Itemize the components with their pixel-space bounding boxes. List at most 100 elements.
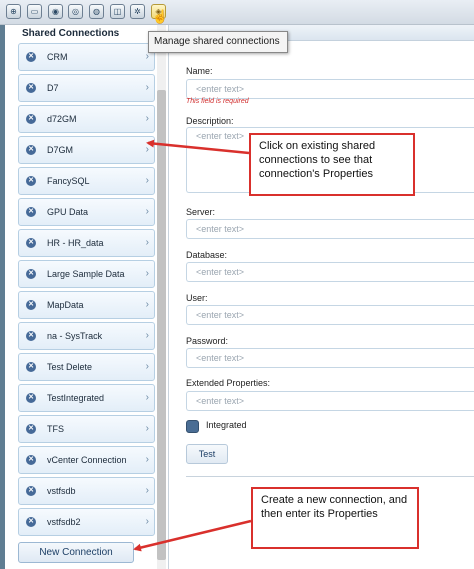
chevron-right-icon: › <box>145 361 149 372</box>
connection-item[interactable]: ✕ vstfsdb2 › <box>18 508 155 536</box>
description-label: Description: <box>186 116 234 126</box>
delete-icon[interactable]: ✕ <box>26 455 36 465</box>
connection-label: Large Sample Data <box>47 269 125 279</box>
toolbar-button-3[interactable]: ◉ <box>48 4 63 19</box>
connection-item[interactable]: ✕ vstfsdb › <box>18 477 155 505</box>
user-field[interactable]: <enter text> <box>186 305 474 325</box>
delete-icon[interactable]: ✕ <box>26 424 36 434</box>
connection-item[interactable]: ✕ GPU Data › <box>18 198 155 226</box>
delete-icon[interactable]: ✕ <box>26 362 36 372</box>
delete-icon[interactable]: ✕ <box>26 238 36 248</box>
delete-icon[interactable]: ✕ <box>26 52 36 62</box>
connection-item[interactable]: ✕ na - SysTrack › <box>18 322 155 350</box>
server-field[interactable]: <enter text> <box>186 219 474 239</box>
connection-label: D7GM <box>47 145 74 155</box>
scrollbar-thumb[interactable] <box>157 90 166 560</box>
chevron-right-icon: › <box>145 268 149 279</box>
chevron-right-icon: › <box>145 144 149 155</box>
connection-label: TFS <box>47 424 64 434</box>
toolbar-button-4[interactable]: ◎ <box>68 4 83 19</box>
delete-icon[interactable]: ✕ <box>26 269 36 279</box>
server-label: Server: <box>186 207 216 217</box>
chevron-right-icon: › <box>145 330 149 341</box>
toolbar-button-2[interactable]: ▭ <box>27 4 42 19</box>
integrated-checkbox[interactable] <box>186 420 199 433</box>
name-label: Name: <box>186 66 213 76</box>
connection-item[interactable]: ✕ HR - HR_data › <box>18 229 155 257</box>
connection-item[interactable]: ✕ d72GM › <box>18 105 155 133</box>
connection-item[interactable]: ✕ MapData › <box>18 291 155 319</box>
chevron-right-icon: › <box>145 485 149 496</box>
password-label: Password: <box>186 336 229 346</box>
password-field[interactable]: <enter text> <box>186 348 474 368</box>
delete-icon[interactable]: ✕ <box>26 331 36 341</box>
new-connection-button[interactable]: New Connection <box>18 542 134 563</box>
database-field[interactable]: <enter text> <box>186 262 474 282</box>
chevron-right-icon: › <box>145 82 149 93</box>
connection-item[interactable]: ✕ Test Delete › <box>18 353 155 381</box>
callout-existing-connections: Click on existing shared connections to … <box>249 133 415 196</box>
connection-item[interactable]: ✕ CRM › <box>18 43 155 71</box>
connection-label: na - SysTrack <box>47 331 103 341</box>
connection-label: vstfsdb2 <box>47 517 81 527</box>
connection-label: D7 <box>47 83 59 93</box>
delete-icon[interactable]: ✕ <box>26 176 36 186</box>
chevron-right-icon: › <box>145 299 149 310</box>
delete-icon[interactable]: ✕ <box>26 300 36 310</box>
refresh-icon: ◎ <box>72 6 79 16</box>
delete-icon[interactable]: ✕ <box>26 517 36 527</box>
delete-icon[interactable]: ✕ <box>26 486 36 496</box>
toolbar: ⊕ ▭ ◉ ◎ ◍ ◫ ✲ ◈ <box>0 0 474 25</box>
connection-label: vstfsdb <box>47 486 76 496</box>
connection-item[interactable]: ✕ Large Sample Data › <box>18 260 155 288</box>
callout-new-connection: Create a new connection, and then enter … <box>251 487 419 549</box>
save-icon: ◉ <box>52 6 59 16</box>
connection-item[interactable]: ✕ D7 › <box>18 74 155 102</box>
database-label: Database: <box>186 250 228 260</box>
connection-label: MapData <box>47 300 84 310</box>
connection-label: CRM <box>47 52 68 62</box>
chevron-right-icon: › <box>145 392 149 403</box>
connection-item[interactable]: ✕ D7GM › <box>18 136 155 164</box>
connection-item[interactable]: ✕ TestIntegrated › <box>18 384 155 412</box>
connection-label: HR - HR_data <box>47 238 104 248</box>
chevron-right-icon: › <box>145 454 149 465</box>
user-label: User: <box>186 293 208 303</box>
toolbar-button-6[interactable]: ◫ <box>110 4 125 19</box>
delete-icon[interactable]: ✕ <box>26 145 36 155</box>
connection-label: FancySQL <box>47 176 90 186</box>
toolbar-button-1[interactable]: ⊕ <box>6 4 21 19</box>
connection-label: GPU Data <box>47 207 89 217</box>
delete-icon[interactable]: ✕ <box>26 83 36 93</box>
hand-cursor-icon: ☝ <box>152 9 169 24</box>
connection-item[interactable]: ✕ FancySQL › <box>18 167 155 195</box>
chevron-right-icon: › <box>145 237 149 248</box>
extended-properties-field[interactable]: <enter text> <box>186 391 474 411</box>
test-button[interactable]: Test <box>186 444 228 464</box>
toolbar-button-7[interactable]: ✲ <box>130 4 145 19</box>
tooltip: Manage shared connections <box>148 31 288 53</box>
chevron-right-icon: › <box>145 423 149 434</box>
name-field[interactable]: <enter text> <box>186 79 474 99</box>
sidebar-title: Shared Connections <box>22 28 120 39</box>
chevron-right-icon: › <box>145 516 149 527</box>
settings-icon: ✲ <box>134 6 141 16</box>
connection-label: Test Delete <box>47 362 93 372</box>
connection-label: d72GM <box>47 114 77 124</box>
export-icon: ◫ <box>113 6 122 16</box>
data-icon: ◍ <box>93 6 100 16</box>
connection-item[interactable]: ✕ TFS › <box>18 415 155 443</box>
folder-icon: ▭ <box>30 6 39 16</box>
delete-icon[interactable]: ✕ <box>26 114 36 124</box>
required-message: This field is required <box>186 98 249 105</box>
chevron-right-icon: › <box>145 175 149 186</box>
toolbar-button-5[interactable]: ◍ <box>89 4 104 19</box>
connection-label: vCenter Connection <box>47 455 127 465</box>
shared-connections-sidebar: Shared Connections ✕ CRM › ✕ D7 › ✕ d72GM › ✕ D… <box>5 25 169 569</box>
delete-icon[interactable]: ✕ <box>26 393 36 403</box>
add-icon: ⊕ <box>10 6 17 16</box>
divider <box>186 476 474 477</box>
delete-icon[interactable]: ✕ <box>26 207 36 217</box>
connection-item[interactable]: ✕ vCenter Connection › <box>18 446 155 474</box>
chevron-right-icon: › <box>145 113 149 124</box>
